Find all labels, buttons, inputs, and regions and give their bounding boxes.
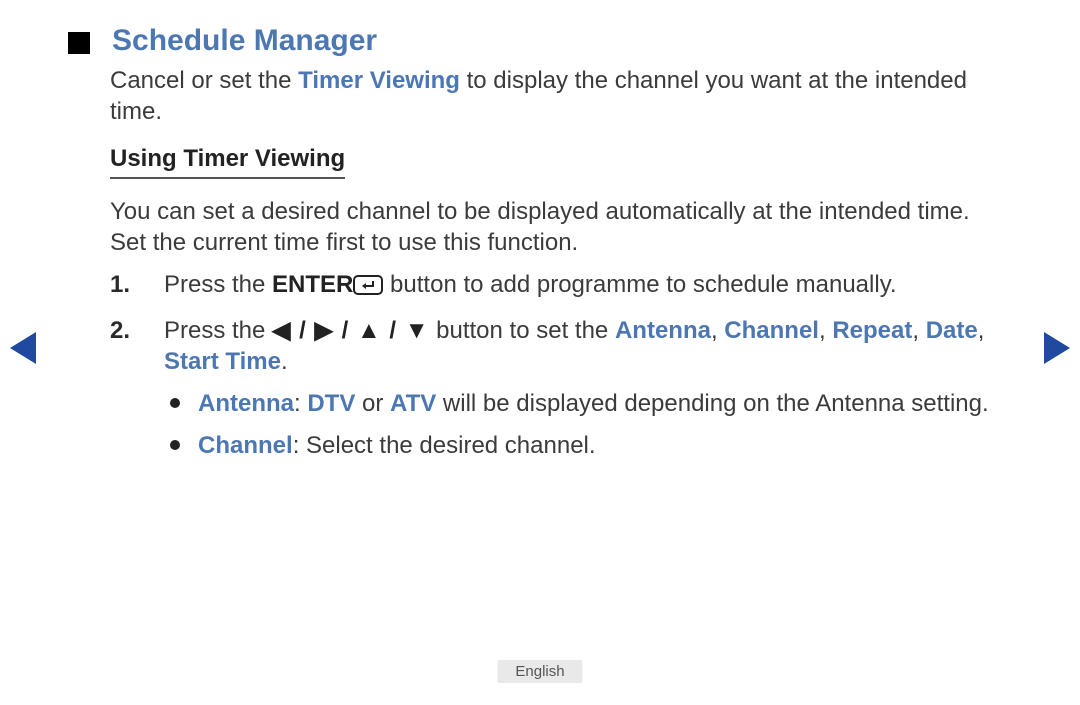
timer-viewing-term: Timer Viewing xyxy=(298,67,460,94)
step2-mid: button to set the xyxy=(429,317,614,344)
title-row: Schedule Manager xyxy=(68,24,1012,58)
enter-icon xyxy=(353,275,383,295)
sep2: , xyxy=(912,317,925,344)
body-column: Cancel or set the Timer Viewing to displ… xyxy=(110,66,1012,461)
antenna-opt-atv: ATV xyxy=(390,390,436,417)
antenna-colon: : xyxy=(294,390,307,417)
step-2: Press the ◀ / ▶ / ▲ / ▼ button to set th… xyxy=(110,315,1012,462)
step-1: Press the ENTER button to add programme … xyxy=(110,269,1012,301)
square-bullet-icon xyxy=(68,32,90,54)
channel-label: Channel xyxy=(198,432,293,459)
setting-date: Date xyxy=(926,317,978,344)
direction-arrows-icon: ◀ / ▶ / ▲ / ▼ xyxy=(272,317,429,344)
intro-paragraph: Cancel or set the Timer Viewing to displ… xyxy=(110,66,1012,127)
antenna-or: or xyxy=(355,390,390,417)
prev-page-arrow-icon[interactable] xyxy=(10,332,36,364)
step2-pre: Press the xyxy=(164,317,272,344)
channel-tail: : Select the desired channel. xyxy=(293,432,596,459)
description-paragraph: You can set a desired channel to be disp… xyxy=(110,197,1012,258)
substeps-list: Antenna: DTV or ATV will be displayed de… xyxy=(164,388,1012,461)
sep0: , xyxy=(711,317,724,344)
antenna-tail: will be displayed depending on the Anten… xyxy=(436,390,988,417)
bullet-channel: Channel: Select the desired channel. xyxy=(164,430,1012,462)
setting-antenna: Antenna xyxy=(615,317,711,344)
steps-list: Press the ENTER button to add programme … xyxy=(110,269,1012,461)
language-indicator: English xyxy=(497,660,582,683)
step2-end: . xyxy=(281,348,288,375)
section-subheading: Using Timer Viewing xyxy=(110,145,345,179)
intro-text-pre: Cancel or set the xyxy=(110,67,298,94)
step1-post: button to add programme to schedule manu… xyxy=(383,271,896,298)
setting-start-time: Start Time xyxy=(164,348,281,375)
sep3: , xyxy=(978,317,985,344)
page-title: Schedule Manager xyxy=(112,24,377,58)
manual-page: Schedule Manager Cancel or set the Timer… xyxy=(0,0,1080,705)
antenna-opt-dtv: DTV xyxy=(307,390,355,417)
enter-label: ENTER xyxy=(272,271,353,298)
antenna-label: Antenna xyxy=(198,390,294,417)
sep1: , xyxy=(819,317,832,344)
setting-channel: Channel xyxy=(724,317,819,344)
setting-repeat: Repeat xyxy=(832,317,912,344)
bullet-antenna: Antenna: DTV or ATV will be displayed de… xyxy=(164,388,1012,420)
step1-pre: Press the xyxy=(164,271,272,298)
next-page-arrow-icon[interactable] xyxy=(1044,332,1070,364)
